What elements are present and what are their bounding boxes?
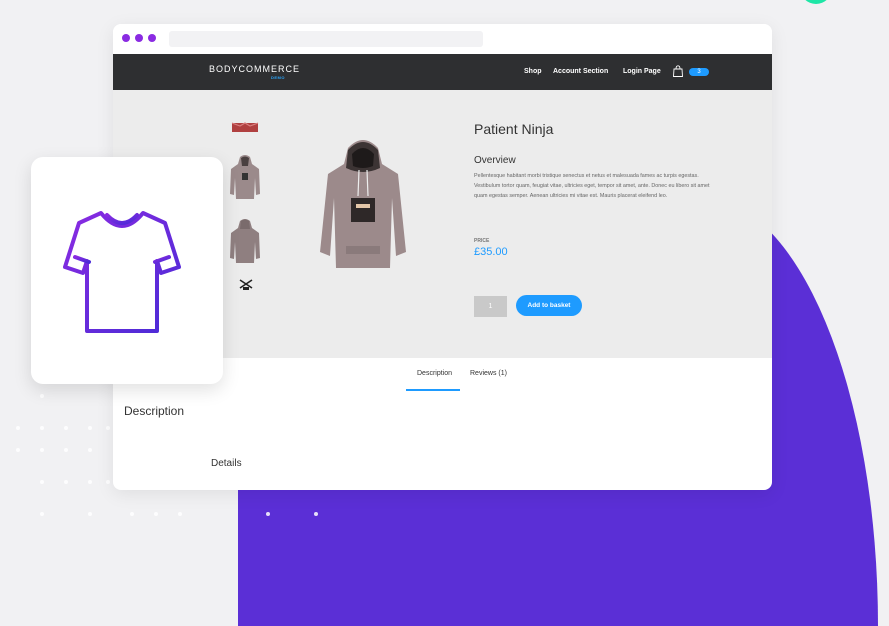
nav-login-link[interactable]: Login Page: [623, 68, 661, 75]
price-label: PRICE: [474, 238, 490, 244]
product-price: £35.00: [474, 246, 508, 258]
thumbnail-folded-hoodie[interactable]: [231, 120, 259, 134]
site-logo-sub: DEMO: [271, 75, 285, 80]
overview-heading: Overview: [474, 155, 516, 166]
feature-card: [31, 157, 223, 384]
nav-shop-link[interactable]: Shop: [524, 68, 542, 75]
overview-text: Pellentesque habitant morbi tristique se…: [474, 173, 710, 199]
tab-reviews[interactable]: Reviews (1): [470, 370, 507, 377]
active-tab-indicator: [406, 389, 460, 391]
add-to-basket-button[interactable]: Add to basket: [516, 295, 582, 316]
product-main-image[interactable]: [318, 134, 408, 274]
details-heading: Details: [211, 458, 242, 469]
thumbnail-hoodie-back[interactable]: [229, 218, 261, 266]
address-bar[interactable]: [169, 31, 483, 47]
green-accent-shape: [800, 0, 832, 4]
shopping-bag-icon[interactable]: [673, 65, 683, 77]
window-close-dot[interactable]: [122, 34, 130, 42]
nav-account-link[interactable]: Account Section: [553, 68, 608, 75]
t-shirt-icon: [63, 211, 181, 333]
thumbnail-ninja-logo[interactable]: [237, 278, 255, 290]
window-maximize-dot[interactable]: [148, 34, 156, 42]
description-section-title: Description: [124, 404, 185, 418]
quantity-input[interactable]: 1: [474, 296, 507, 317]
product-title: Patient Ninja: [474, 121, 554, 137]
site-header: BODYCOMMERCE DEMO Shop Account Section L…: [113, 54, 772, 90]
window-minimize-dot[interactable]: [135, 34, 143, 42]
cart-count-badge[interactable]: 3: [689, 68, 709, 76]
thumbnail-hoodie-front[interactable]: [229, 154, 261, 202]
site-logo[interactable]: BODYCOMMERCE: [209, 64, 300, 74]
browser-chrome: [113, 24, 772, 54]
tab-description[interactable]: Description: [417, 370, 452, 377]
